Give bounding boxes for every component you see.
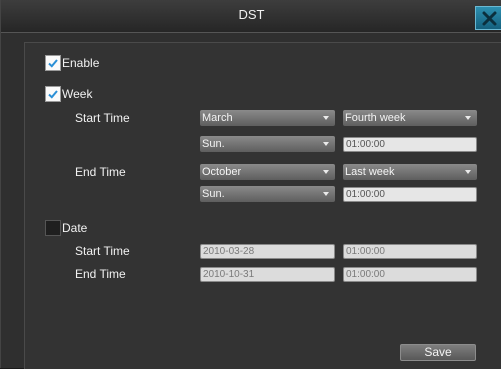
week-end-time-label: End Time — [75, 165, 126, 179]
date-checkbox[interactable] — [45, 220, 61, 236]
date-label: Date — [62, 221, 88, 235]
date-start-date-input[interactable]: 2010-03-28 — [200, 244, 335, 259]
week-checkbox[interactable] — [45, 86, 61, 102]
dialog-title: DST — [238, 7, 265, 22]
week-end-day-select[interactable]: Sun. — [200, 186, 335, 202]
week-end-day-value: Sun. — [202, 188, 225, 200]
enable-label: Enable — [62, 56, 100, 70]
enable-checkbox[interactable] — [45, 55, 61, 71]
checkmark-icon — [48, 90, 58, 99]
week-start-week-value: Fourth week — [345, 112, 406, 124]
date-end-time-input[interactable]: 01:00:00 — [343, 267, 477, 282]
close-icon — [482, 11, 497, 26]
chevron-down-icon — [323, 142, 329, 146]
date-end-date-input[interactable]: 2010-10-31 — [200, 267, 335, 282]
week-start-time-label: Start Time — [75, 111, 130, 125]
date-start-time-input[interactable]: 01:00:00 — [343, 244, 477, 259]
date-end-time-label: End Time — [75, 267, 126, 281]
dst-dialog: DST Enable Week Start Time March Fourth … — [0, 0, 501, 369]
week-end-month-select[interactable]: October — [200, 164, 335, 180]
close-button[interactable] — [475, 6, 501, 30]
week-end-week-value: Last week — [345, 166, 395, 178]
week-start-month-value: March — [202, 112, 233, 124]
week-start-day-value: Sun. — [202, 138, 225, 150]
week-end-time-input[interactable]: 01:00:00 — [343, 187, 477, 202]
chevron-down-icon — [323, 170, 329, 174]
save-button[interactable]: Save — [400, 344, 476, 361]
week-start-week-select[interactable]: Fourth week — [343, 110, 477, 126]
title-bar: DST — [1, 0, 501, 33]
week-start-time-input[interactable]: 01:00:00 — [343, 137, 477, 152]
chevron-down-icon — [323, 116, 329, 120]
week-start-day-select[interactable]: Sun. — [200, 136, 335, 152]
settings-panel — [24, 42, 501, 369]
week-end-week-select[interactable]: Last week — [343, 164, 477, 180]
week-end-month-value: October — [202, 166, 242, 178]
chevron-down-icon — [465, 170, 471, 174]
date-start-time-label: Start Time — [75, 244, 130, 258]
checkmark-icon — [48, 59, 58, 68]
week-start-month-select[interactable]: March — [200, 110, 335, 126]
chevron-down-icon — [323, 192, 329, 196]
week-label: Week — [62, 87, 93, 101]
chevron-down-icon — [465, 116, 471, 120]
